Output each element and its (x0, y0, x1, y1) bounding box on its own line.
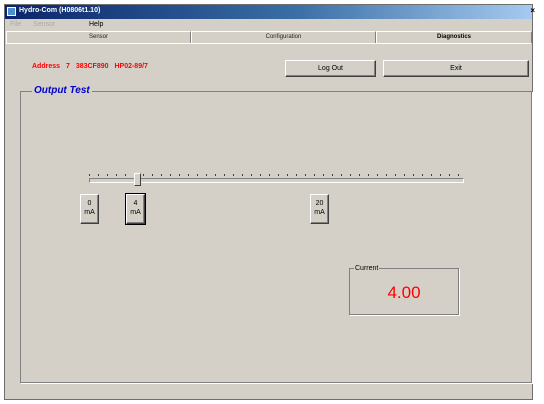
preset-unit: mA (314, 209, 325, 216)
current-value: 4.00 (387, 283, 421, 302)
menu-sensor[interactable]: Sensor (33, 21, 55, 28)
preset-20ma-button[interactable]: 20 mA (310, 194, 329, 224)
slider-ticks (89, 174, 462, 176)
preset-unit: mA (84, 209, 95, 216)
menu-bar: File Sensor Help (5, 19, 532, 31)
exit-button[interactable]: Exit (383, 60, 529, 77)
tab-sensor[interactable]: Sensor (6, 31, 191, 43)
tab-configuration[interactable]: Configuration (191, 31, 376, 43)
device-model: HP02-89/7 (114, 63, 148, 70)
preset-0ma-button[interactable]: 0 mA (80, 194, 99, 224)
preset-4ma-button[interactable]: 4 mA (125, 193, 146, 225)
device-info: Address 7 383CF890 HP02-89/7 (32, 63, 148, 70)
current-label: Current (354, 265, 380, 272)
preset-value: 4 (133, 200, 138, 207)
output-slider-thumb[interactable] (134, 173, 142, 186)
title-bar[interactable]: Hydro-Com (H0806t1.10) × (5, 5, 535, 19)
log-out-button[interactable]: Log Out (285, 60, 376, 77)
current-readout: Current 4.00 (349, 265, 459, 315)
output-slider-track[interactable] (89, 178, 464, 183)
tab-diagnostics[interactable]: Diagnostics (376, 31, 532, 43)
app-icon (7, 7, 16, 16)
window-title: Hydro-Com (H0806t1.10) (19, 7, 101, 14)
close-icon[interactable]: × (530, 6, 535, 15)
device-address: Address 7 (32, 63, 70, 70)
menu-help[interactable]: Help (89, 21, 103, 28)
output-test-group (20, 91, 532, 383)
tab-strip: Sensor Configuration Diagnostics (5, 31, 532, 43)
preset-unit: mA (130, 209, 141, 216)
preset-value: 0 (87, 200, 92, 207)
device-serial: 383CF890 (75, 63, 109, 70)
preset-value: 20 (315, 200, 324, 207)
output-test-title: Output Test (32, 85, 92, 96)
menu-file[interactable]: File (10, 21, 21, 28)
